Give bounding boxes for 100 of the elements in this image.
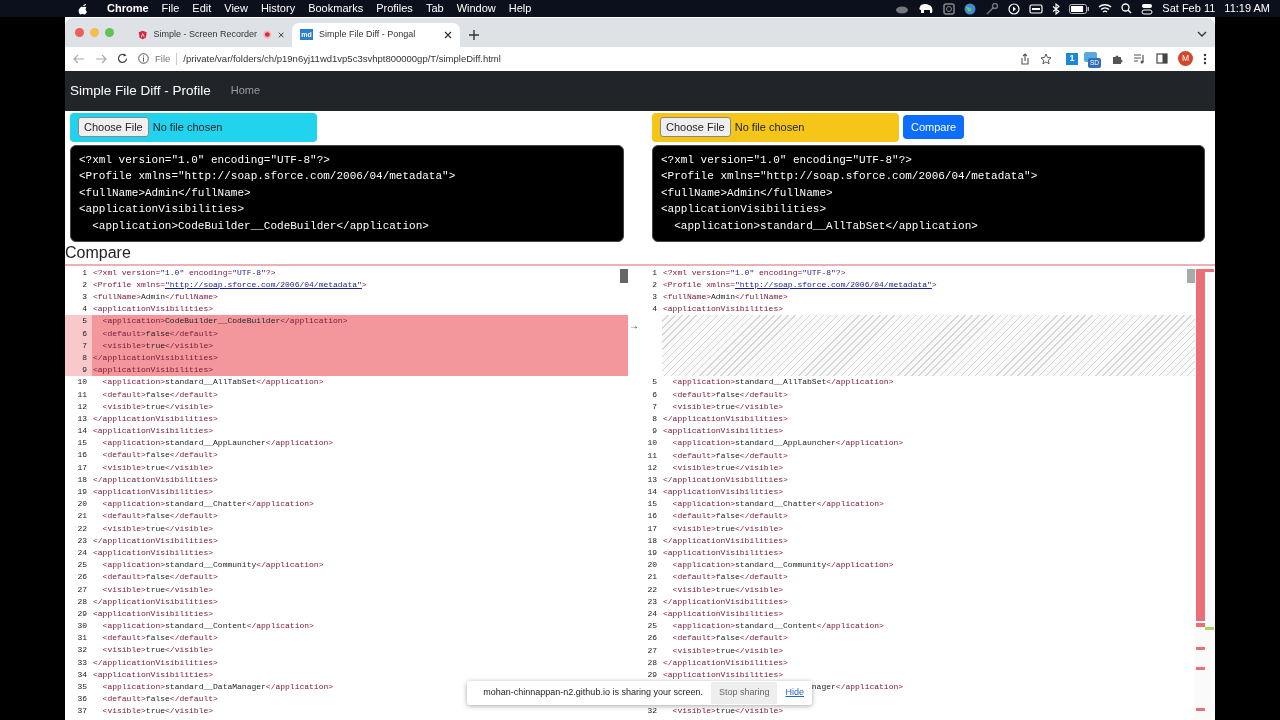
globe-icon[interactable] (964, 2, 977, 15)
code-line: <visible>true</visible> (671, 583, 784, 596)
line-number: 11 (76, 388, 88, 401)
code-line: <default>false</default> (101, 632, 218, 645)
line-number: 10 (76, 376, 88, 389)
sidebar-icon[interactable] (1156, 53, 1168, 65)
line-number: 5 (65, 315, 92, 328)
scrollbar-thumb[interactable] (1187, 268, 1195, 283)
elephant-icon[interactable] (918, 2, 935, 15)
notice-message: mohan-chinnappan-n2.github.io is sharing your screen. (483, 686, 703, 700)
browser-tab[interactable]: Simple - Screen Recorder (130, 22, 292, 47)
nav-link[interactable]: Home (230, 82, 261, 99)
line-number: 36 (76, 693, 88, 706)
code-line: <visible>true</visible> (101, 705, 214, 718)
code-line: <applicationVisibilities> (92, 546, 214, 559)
battery-icon[interactable] (1069, 3, 1090, 14)
merge-arrow[interactable]: → (629, 317, 639, 333)
info-icon[interactable] (138, 53, 149, 65)
share-icon[interactable] (1019, 52, 1030, 65)
line-number: 25 (646, 620, 658, 633)
code-line: <application>standard__Community</application> (671, 559, 894, 572)
file-picker[interactable]: Choose File No file chosen (70, 112, 317, 142)
play-icon[interactable] (1008, 2, 1021, 15)
menu-item[interactable]: Tab (425, 0, 444, 17)
line-number: 9 (65, 364, 92, 377)
extension-badge[interactable]: 1 (1065, 52, 1078, 65)
wifi-icon[interactable] (1098, 3, 1113, 14)
code-line: </applicationVisibilities> (662, 595, 788, 608)
line-number: 10 (646, 437, 658, 450)
code-line: <applicationVisibilities> (662, 547, 784, 560)
line-number: 8 (651, 412, 658, 425)
code-line: <visible>true</visible> (671, 644, 784, 657)
new-tab-icon[interactable] (468, 28, 480, 41)
shield-icon (138, 28, 148, 41)
line-number: 30 (76, 620, 88, 633)
code-line: <applicationVisibilities> (662, 303, 784, 316)
xml-textarea[interactable]: <?xml version="1.0" encoding="UTF-8"?> <Profile xmlns="http://soap.sforce.com/2006/04/metadata"> <fullName>Admin</fullName> <applicationVisibilities> <application>standard__AllTabSet</application> (652, 144, 1205, 242)
chevron-down-icon[interactable] (1197, 29, 1207, 38)
compare-button[interactable]: Compare (903, 114, 965, 140)
key-icon[interactable] (985, 2, 1000, 15)
line-number: 23 (76, 534, 88, 547)
close-icon[interactable] (444, 30, 452, 39)
menu-item[interactable]: Help (508, 0, 532, 17)
line-number: 17 (76, 461, 88, 474)
line-number: 7 (651, 400, 658, 413)
menu-item[interactable]: Window (456, 0, 496, 17)
line-number: 14 (646, 486, 658, 499)
avatar[interactable]: M (1178, 51, 1193, 67)
code-line: <applicationVisibilities> (662, 486, 784, 499)
playlist-icon[interactable] (1133, 53, 1146, 65)
code-line: </applicationVisibilities> (662, 412, 788, 425)
more-icon[interactable] (1203, 52, 1207, 65)
code-line: <default>false</default> (671, 388, 788, 401)
code-line: <?xml version="1.0" encoding="UTF-8"?> (92, 266, 276, 279)
code-line: <applicationVisibilities> (92, 425, 214, 438)
menu-item[interactable]: Edit (192, 0, 212, 17)
search-icon[interactable] (1121, 3, 1133, 14)
code-line: <default>false</default> (671, 510, 788, 523)
line-number: 14 (76, 425, 88, 438)
line-number: 13 (76, 412, 88, 425)
line-number: 23 (646, 595, 658, 608)
hide-link[interactable]: Hide (785, 686, 804, 700)
line-number: 15 (646, 498, 658, 511)
close-icon[interactable] (277, 30, 284, 39)
close-window-button[interactable] (75, 27, 84, 37)
code-line: </applicationVisibilities> (662, 473, 788, 486)
app-menu[interactable]: Chrome (107, 0, 149, 17)
address-field[interactable]: /private/var/folders/ch/p19n6yj11wd1vp5c3svhpt800000gp/T/simpleDiff.html (183, 51, 501, 66)
line-number: 28 (646, 656, 658, 669)
line-number: 19 (646, 547, 658, 560)
code-line: <applicationVisibilities> (92, 668, 214, 681)
toggle-icon[interactable] (1141, 2, 1154, 15)
line-number: 3 (81, 291, 88, 304)
bluetooth-icon[interactable] (1052, 2, 1061, 15)
code-line: <visible>true</visible> (101, 461, 214, 474)
code-line: <default>false</default> (101, 449, 218, 462)
stop-sharing-button[interactable]: Stop sharing (710, 682, 778, 704)
line-number: 31 (76, 632, 88, 645)
scrollbar-thumb[interactable] (620, 268, 628, 283)
square-icon[interactable] (943, 2, 956, 15)
code-line: <?xml version="1.0" encoding="UTF-8"?> (662, 266, 846, 279)
line-number: 18 (646, 534, 658, 547)
reload-icon[interactable] (117, 53, 128, 65)
code-line: <Profile xmlns="http://soap.sforce.com/2006/04/metadata"> (92, 278, 367, 291)
file-picker[interactable]: Choose File No file chosen (652, 112, 899, 142)
code-line: <applicationVisibilities> (92, 303, 214, 316)
xml-textarea[interactable]: <?xml version="1.0" encoding="UTF-8"?> <Profile xmlns="http://soap.sforce.com/2006/04/metadata"> <fullName>Admin</fullName> <applicationVisibilities> <application>CodeBuilder__CodeBuilder</application> (70, 144, 624, 242)
menu-item[interactable]: Bookmarks (308, 0, 364, 17)
line-number: 32 (76, 644, 88, 657)
line-number: 2 (651, 278, 658, 291)
card-icon[interactable] (1029, 3, 1044, 14)
url-scheme: File (155, 51, 171, 66)
menu-item[interactable]: Profiles (376, 0, 413, 17)
menu-item[interactable]: File (161, 0, 180, 17)
menu-item[interactable]: View (224, 0, 248, 17)
navbar-brand[interactable]: Simple File Diff - Profile (70, 80, 211, 101)
menu-item[interactable]: History (260, 0, 296, 17)
line-number: 35 (76, 681, 88, 694)
code-line: </applicationVisibilities> (92, 656, 218, 669)
star-icon[interactable] (1039, 52, 1052, 65)
